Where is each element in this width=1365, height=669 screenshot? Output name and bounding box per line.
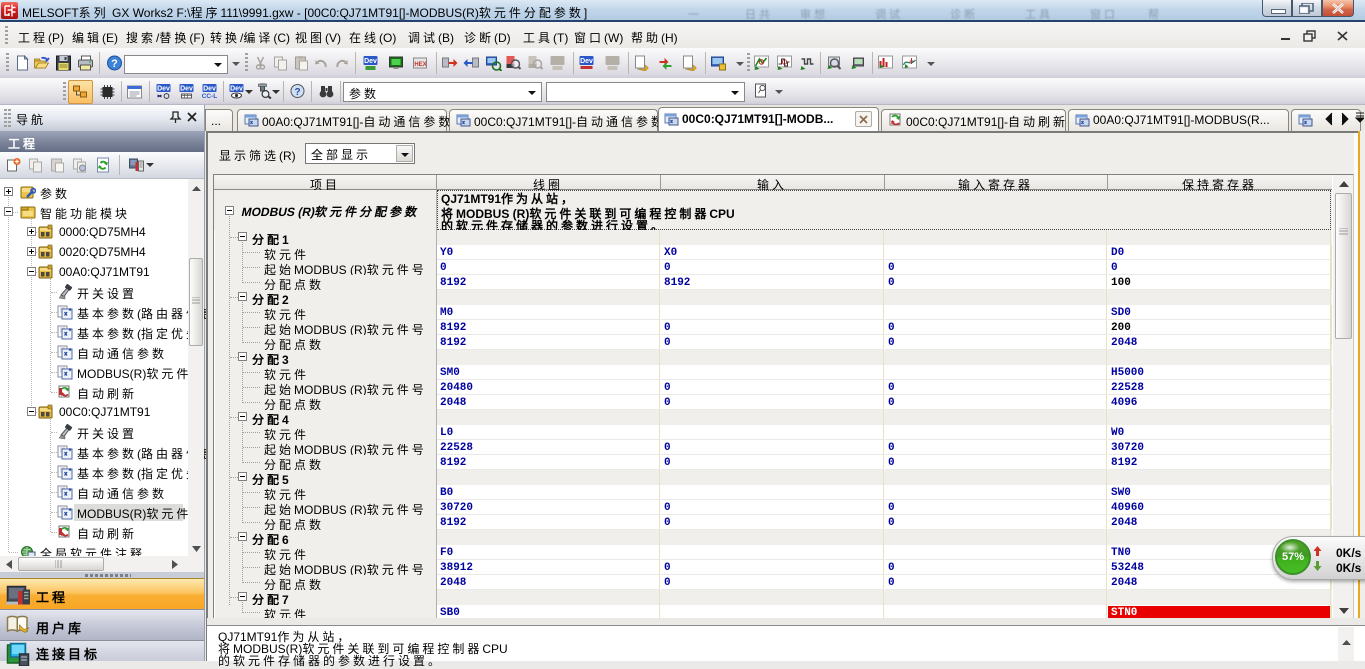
svg-text:Dev: Dev xyxy=(180,86,193,93)
svg-text:HEX: HEX xyxy=(414,62,426,68)
svg-text:?: ? xyxy=(111,58,118,70)
svg-text:Dev: Dev xyxy=(580,58,593,65)
svg-text:Dev: Dev xyxy=(230,86,243,93)
svg-text:CC-L: CC-L xyxy=(202,93,218,99)
svg-text:Dev: Dev xyxy=(157,86,170,93)
svg-text:?: ? xyxy=(294,87,300,98)
svg-text:Dev: Dev xyxy=(203,86,216,93)
svg-text:Dev: Dev xyxy=(364,58,377,65)
